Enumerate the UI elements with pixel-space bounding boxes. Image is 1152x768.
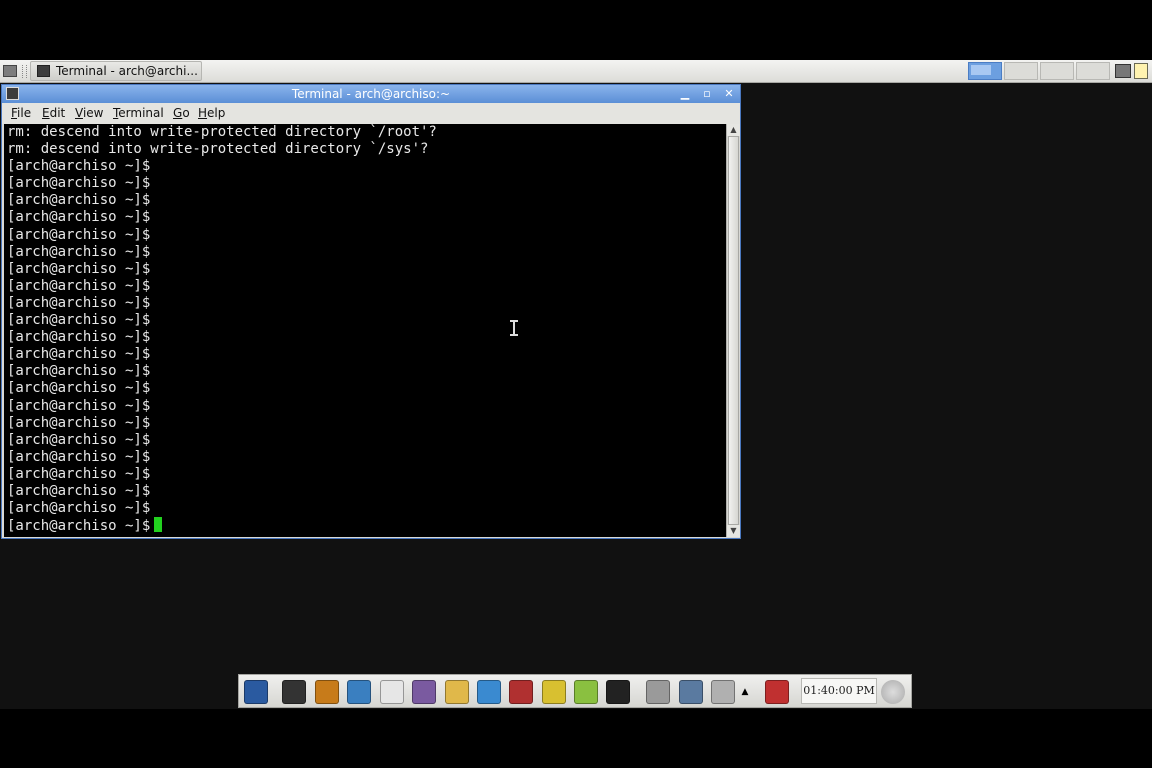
scanner-icon[interactable] xyxy=(711,680,735,704)
menu-file[interactable]: File xyxy=(11,103,31,124)
terminal-line: [arch@archiso ~]$ xyxy=(7,277,151,294)
terminal-line: [arch@archiso ~]$ xyxy=(7,329,151,346)
terminal-scrollbar[interactable]: ▲ ▼ xyxy=(726,124,740,537)
terminal-line: [arch@archiso ~]$ xyxy=(7,448,151,465)
scroll-down-icon[interactable]: ▼ xyxy=(727,525,740,537)
terminal-line: [arch@archiso ~]$ xyxy=(7,346,151,363)
terminal-line: [arch@archiso ~]$ xyxy=(7,380,151,397)
clipboard-icon[interactable] xyxy=(1134,63,1148,79)
workspace-1[interactable] xyxy=(968,62,1002,80)
panel-end-icon[interactable] xyxy=(881,680,905,704)
panel-grip xyxy=(22,65,27,78)
scroll-thumb[interactable] xyxy=(728,136,739,525)
terminal-line: [arch@archiso ~]$ xyxy=(7,465,151,482)
menu-help[interactable]: Help xyxy=(198,103,225,124)
terminal-line: [arch@archiso ~]$ xyxy=(7,482,151,499)
workspace-2[interactable] xyxy=(1004,62,1038,80)
office-tools-icon[interactable] xyxy=(477,680,501,704)
terminal-line: [arch@archiso ~]$ xyxy=(7,192,151,209)
workspace-4[interactable] xyxy=(1076,62,1110,80)
terminal-line: rm: descend into write-protected directo… xyxy=(7,124,437,140)
terminal-line: [arch@archiso ~]$ xyxy=(7,431,151,448)
terminal-icon xyxy=(37,65,50,77)
terminal-line: [arch@archiso ~]$ xyxy=(7,175,151,192)
terminal-line: [arch@archiso ~]$ xyxy=(7,312,151,329)
terminal-line: [arch@archiso ~]$ xyxy=(7,500,151,517)
terminal-icon[interactable] xyxy=(282,680,306,704)
terminal-line: [arch@archiso ~]$ xyxy=(7,226,151,243)
menu-edit[interactable]: Edit xyxy=(42,103,65,124)
close-button[interactable]: ✕ xyxy=(722,87,736,101)
clock[interactable]: 01:40:00 PM xyxy=(801,678,877,704)
web-browser-icon[interactable] xyxy=(347,680,371,704)
logout-icon[interactable] xyxy=(765,680,789,704)
terminal-window: Terminal - arch@archiso:~ ▁ ▫ ✕ File Edi… xyxy=(1,84,741,539)
text-cursor xyxy=(154,517,163,533)
text-editor-icon[interactable] xyxy=(445,680,469,704)
terminal-line: [arch@archiso ~]$ xyxy=(7,209,151,226)
taskbar-terminal-label: Terminal - arch@archi... xyxy=(56,64,198,78)
video-icon[interactable] xyxy=(606,680,630,704)
bottom-launcher-panel: ▲ 01:40:00 PM xyxy=(238,674,912,708)
minimize-button[interactable]: ▁ xyxy=(678,87,692,101)
chat-icon[interactable] xyxy=(412,680,436,704)
scroll-up-icon[interactable]: ▲ xyxy=(727,124,740,136)
terminal-line: rm: descend into write-protected directo… xyxy=(7,141,429,158)
window-titlebar[interactable]: Terminal - arch@archiso:~ ▁ ▫ ✕ xyxy=(2,85,740,103)
xfce-mouse-icon[interactable] xyxy=(244,680,268,704)
workspace-3[interactable] xyxy=(1040,62,1074,80)
network-icon[interactable] xyxy=(1115,64,1131,78)
top-taskbar: Terminal - arch@archi... xyxy=(0,60,1152,83)
maximize-button[interactable]: ▫ xyxy=(700,87,714,101)
media-player-icon[interactable] xyxy=(509,680,533,704)
mail-icon[interactable] xyxy=(380,680,404,704)
terminal-line: [arch@archiso ~]$ xyxy=(7,414,151,431)
menu-terminal[interactable]: Terminal xyxy=(113,103,164,124)
menu-icon[interactable] xyxy=(3,65,17,77)
menu-bar: File Edit View Terminal Go Help xyxy=(2,103,740,124)
file-manager-icon[interactable] xyxy=(315,680,339,704)
graphics-icon[interactable] xyxy=(542,680,566,704)
taskbar-terminal-button[interactable]: Terminal - arch@archi... xyxy=(30,61,202,81)
terminal-line: [arch@archiso ~]$ xyxy=(7,517,437,535)
terminal-output[interactable]: rm: descend into write-protected directo… xyxy=(4,124,726,537)
terminal-line: [arch@archiso ~]$ xyxy=(7,363,151,380)
ibeam-cursor-icon xyxy=(509,320,519,336)
terminal-line: [arch@archiso ~]$ xyxy=(7,243,151,260)
music-icon[interactable] xyxy=(574,680,598,704)
terminal-line: [arch@archiso ~]$ xyxy=(7,158,151,175)
terminal-line: [arch@archiso ~]$ xyxy=(7,397,151,414)
menu-arrow-icon[interactable]: ▲ xyxy=(739,680,751,704)
printer-icon[interactable] xyxy=(646,680,670,704)
terminal-line: [arch@archiso ~]$ xyxy=(7,260,151,277)
terminal-lines: rm: descend into write-protected directo… xyxy=(7,124,437,535)
window-title: Terminal - arch@archiso:~ xyxy=(291,87,451,101)
network-icon[interactable] xyxy=(679,680,703,704)
menu-go[interactable]: Go xyxy=(173,103,190,124)
terminal-line: [arch@archiso ~]$ xyxy=(7,294,151,311)
menu-view[interactable]: View xyxy=(75,103,103,124)
